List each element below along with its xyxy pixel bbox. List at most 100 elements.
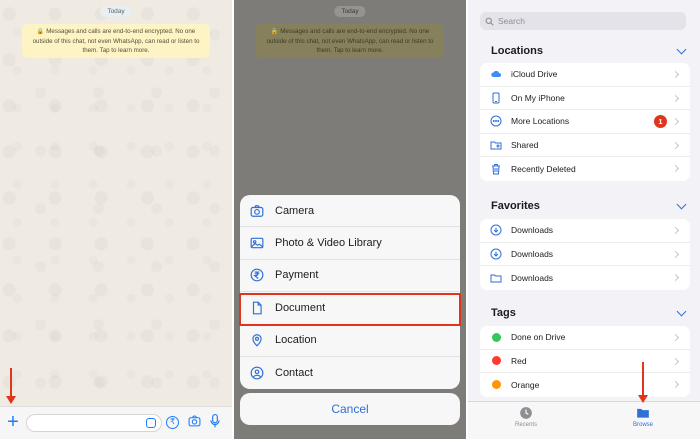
search-icon: [485, 17, 494, 26]
search-input[interactable]: Search: [480, 12, 686, 30]
files-browse-panel: Search Locations iCloud Drive On My iPho…: [468, 0, 700, 439]
tag-color-dot: [492, 356, 501, 366]
encryption-note-text: Messages and calls are end-to-end encryp…: [32, 28, 200, 54]
location-item-icloud[interactable]: iCloud Drive: [480, 63, 690, 87]
sheet-item-label: Payment: [275, 269, 319, 282]
attachment-sheet: Camera Photo & Video Library Payment Doc…: [240, 195, 460, 389]
location-item-on-my-iphone[interactable]: On My iPhone: [480, 87, 690, 111]
section-title-locations: Locations: [491, 45, 543, 57]
chat-panel: Today 🔒 Messages and calls are end-to-end…: [0, 0, 232, 439]
tags-list: Done on Drive Red Orange: [480, 326, 690, 397]
favorite-item-downloads-folder[interactable]: Downloads: [480, 266, 690, 290]
list-item-label: Done on Drive: [511, 332, 566, 343]
sheet-item-label: Camera: [275, 204, 315, 217]
chevron-right-icon: [671, 118, 680, 126]
pointer-arrow: [638, 362, 648, 403]
rupee-icon: [250, 268, 264, 282]
list-item-label: iCloud Drive: [511, 69, 558, 80]
date-pill: Today: [100, 6, 132, 17]
chevron-right-icon: [671, 94, 680, 102]
encryption-note-text: Messages and calls are end-to-end encryp…: [266, 28, 434, 54]
rupee-icon[interactable]: ₹: [166, 416, 179, 429]
list-item-label: Downloads: [511, 225, 554, 236]
chevron-right-icon: [671, 141, 680, 149]
location-icon: [250, 333, 264, 347]
location-item-shared[interactable]: Shared: [480, 134, 690, 158]
list-item-label: Recently Deleted: [511, 164, 576, 175]
icloud-icon: [490, 68, 502, 80]
tag-item-done-on-drive[interactable]: Done on Drive: [480, 326, 690, 350]
sheet-item-label: Contact: [275, 367, 313, 380]
list-item-label: Orange: [511, 379, 540, 390]
contact-icon: [250, 366, 264, 380]
photo-icon: [250, 236, 264, 250]
tab-label: Browse: [632, 422, 653, 428]
more-icon: [490, 115, 502, 127]
chevron-down-icon[interactable]: [676, 44, 687, 55]
clock-icon: [520, 407, 532, 419]
favorite-item-downloads[interactable]: Downloads: [480, 219, 690, 243]
chevron-down-icon[interactable]: [676, 306, 687, 317]
location-item-more-locations[interactable]: More Locations 1: [480, 110, 690, 134]
sheet-item-label: Location: [275, 334, 317, 347]
notification-badge: 1: [654, 115, 667, 129]
encryption-note[interactable]: 🔒 Messages and calls are end-to-end encry…: [22, 24, 210, 58]
locations-list: iCloud Drive On My iPhone More Locations…: [480, 63, 690, 181]
tag-color-dot: [492, 380, 501, 390]
tag-item-orange[interactable]: Orange: [480, 373, 690, 397]
chevron-right-icon: [671, 274, 680, 282]
trash-icon: [490, 163, 502, 175]
chat-input-bar: + ₹: [0, 406, 232, 439]
section-title-tags: Tags: [491, 307, 516, 319]
tag-color-dot: [492, 332, 501, 342]
chat-wallpaper: [0, 0, 232, 439]
download-icon: [490, 224, 502, 236]
sheet-item-location[interactable]: Location: [240, 325, 460, 357]
favorites-list: Downloads Downloads Downloads: [480, 219, 690, 290]
tab-bar: Recents Browse: [468, 401, 700, 439]
sheet-item-contact[interactable]: Contact: [240, 357, 460, 389]
mic-icon[interactable]: [210, 414, 220, 433]
attachment-panel: Today 🔒 Messages and calls are end-to-end…: [234, 0, 466, 439]
tab-label: Recents: [514, 422, 537, 428]
chevron-right-icon: [671, 250, 680, 258]
plus-icon[interactable]: +: [4, 412, 22, 432]
document-highlight-box: [239, 293, 461, 326]
tag-item-red[interactable]: Red: [480, 350, 690, 374]
sheet-item-payment[interactable]: Payment: [240, 260, 460, 293]
search-placeholder: Search: [498, 16, 525, 26]
lock-icon: 🔒: [36, 29, 45, 35]
chevron-right-icon: [671, 381, 680, 389]
message-input[interactable]: [26, 414, 162, 432]
lock-icon: 🔒: [270, 29, 279, 35]
encryption-note: 🔒 Messages and calls are end-to-end encry…: [256, 24, 444, 58]
sticker-icon[interactable]: [146, 418, 156, 428]
chevron-right-icon: [671, 333, 680, 342]
folder-icon: [490, 272, 502, 284]
sheet-item-photo-library[interactable]: Photo & Video Library: [240, 227, 460, 260]
chevron-right-icon: [671, 226, 680, 235]
folder-icon: [637, 408, 649, 418]
list-item-label: Downloads: [511, 272, 554, 283]
list-item-label: Downloads: [511, 248, 554, 259]
camera-icon[interactable]: [188, 414, 201, 432]
tab-recents[interactable]: Recents: [496, 406, 556, 428]
camera-icon: [250, 204, 264, 218]
sheet-item-label: Photo & Video Library: [275, 237, 382, 250]
favorite-item-downloads[interactable]: Downloads: [480, 243, 690, 267]
tab-browse[interactable]: Browse: [613, 406, 673, 428]
location-item-recently-deleted[interactable]: Recently Deleted: [480, 157, 690, 181]
pointer-arrow: [6, 368, 16, 404]
cancel-button[interactable]: Cancel: [240, 393, 460, 425]
shared-folder-icon: [490, 139, 502, 151]
section-title-favorites: Favorites: [491, 200, 540, 212]
sheet-item-camera[interactable]: Camera: [240, 195, 460, 228]
list-item-label: Red: [511, 355, 527, 366]
chevron-right-icon: [671, 165, 680, 173]
list-item-label: On My iPhone: [511, 92, 565, 103]
date-pill: Today: [334, 6, 366, 17]
list-item-label: More Locations: [511, 116, 570, 127]
download-icon: [490, 248, 502, 260]
chevron-right-icon: [671, 70, 680, 79]
chevron-down-icon[interactable]: [676, 199, 687, 210]
